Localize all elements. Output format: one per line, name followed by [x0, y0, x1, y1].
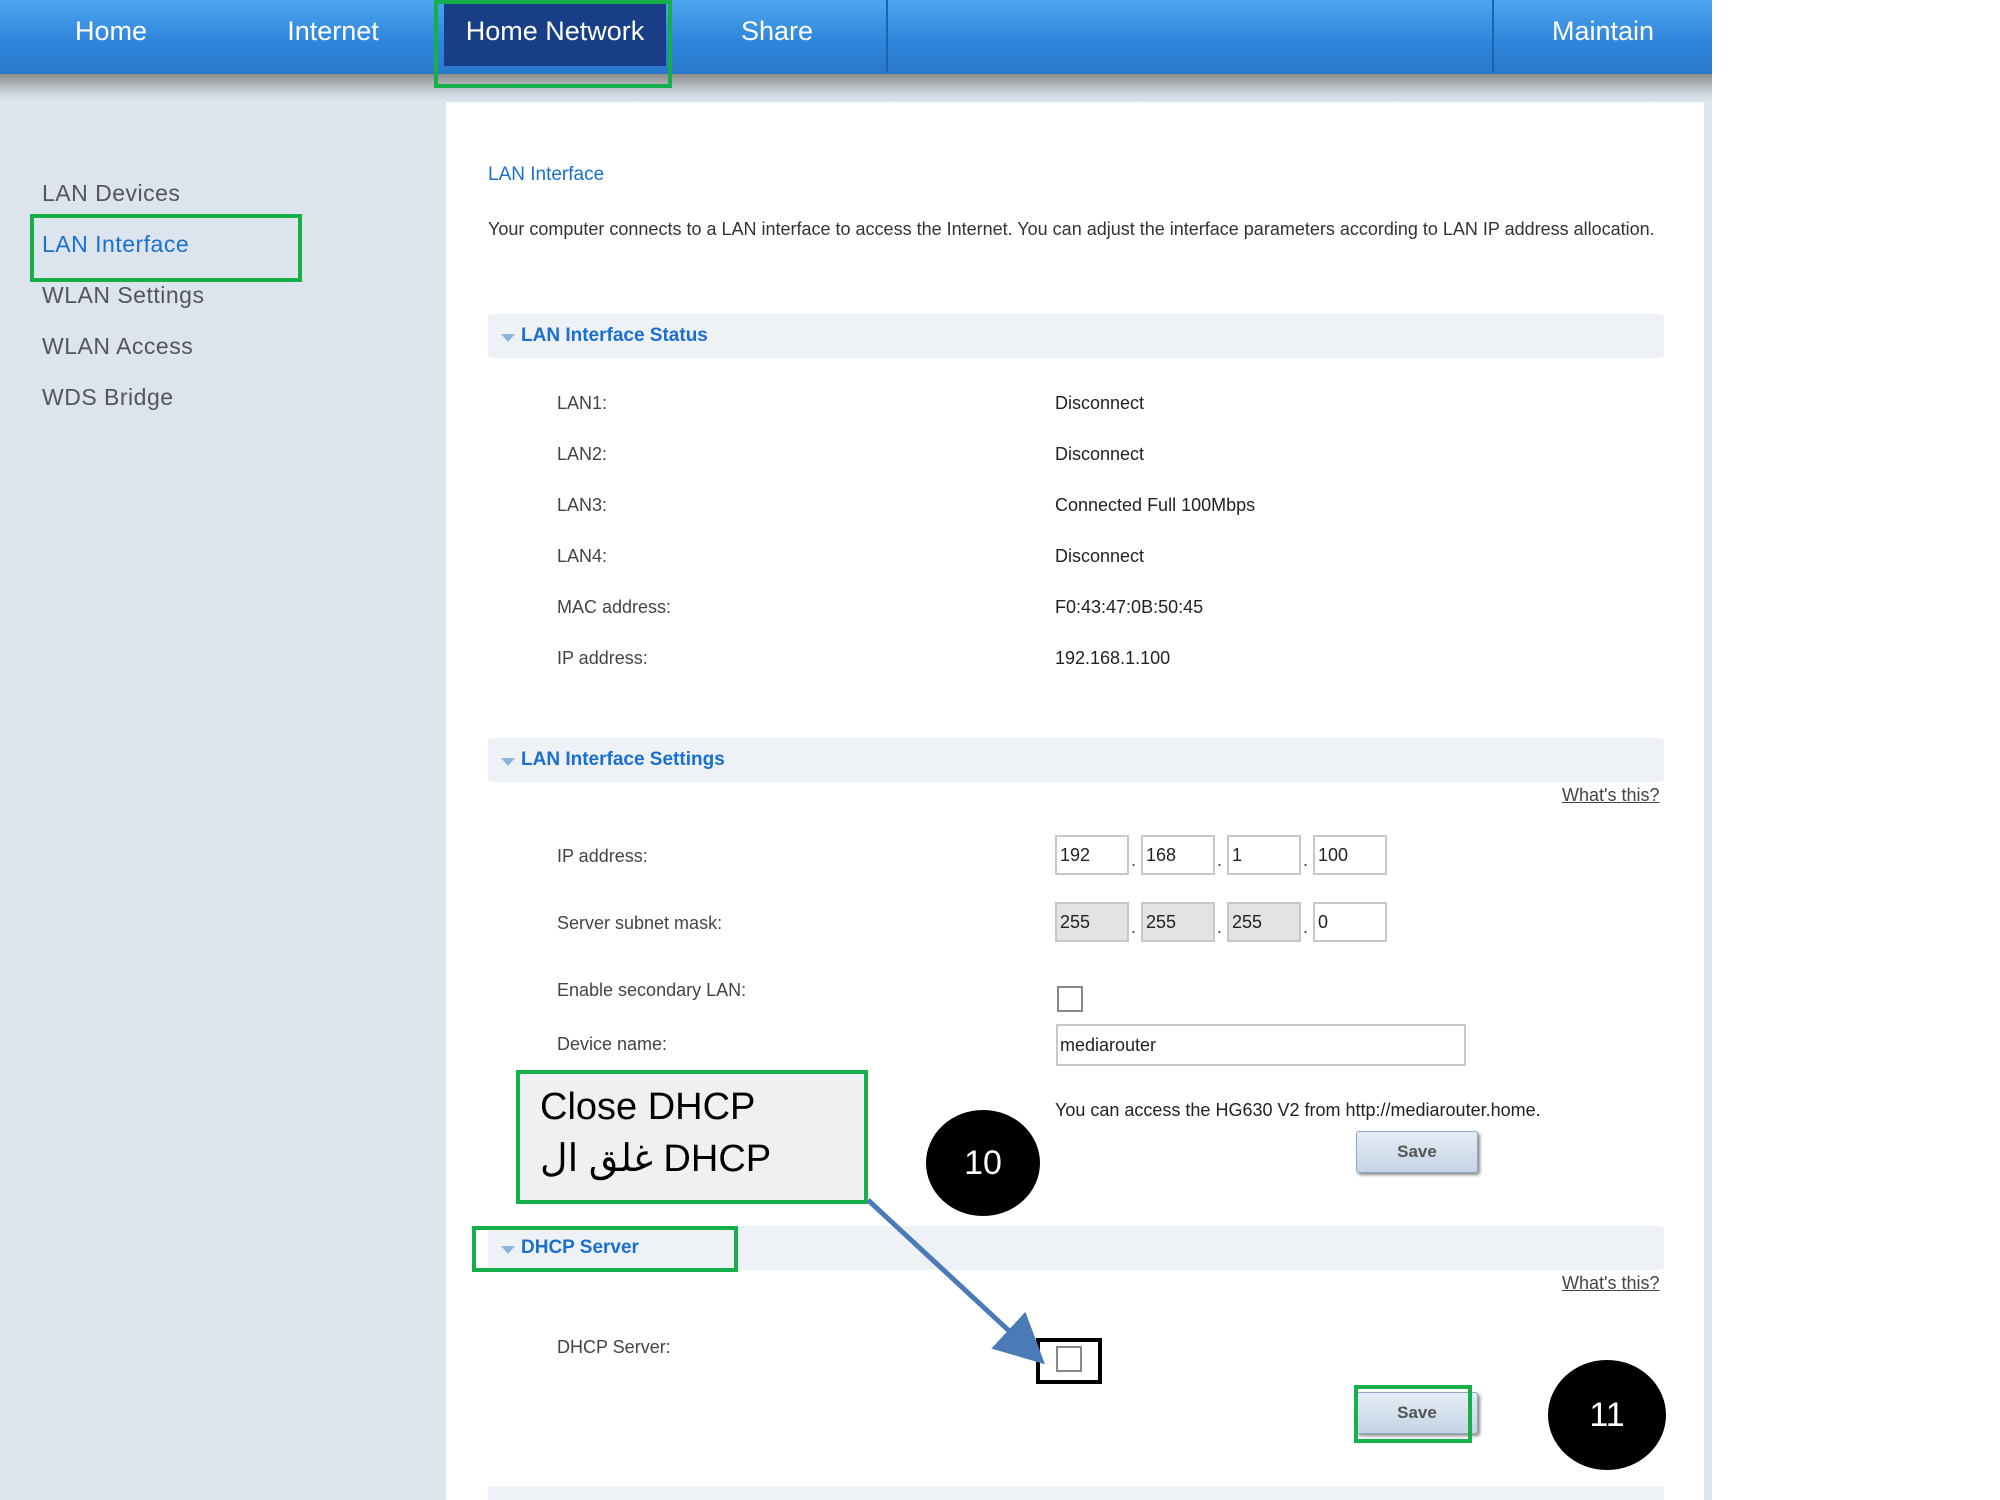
arrow-to-dhcp-checkbox	[866, 1198, 1045, 1365]
